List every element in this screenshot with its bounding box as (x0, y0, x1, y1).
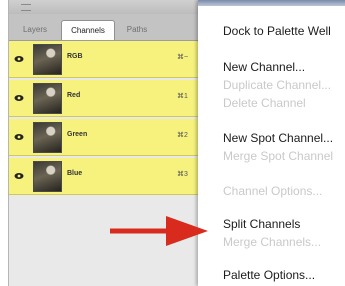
menu-item-new-channel[interactable]: New Channel... (223, 60, 305, 74)
eye-icon[interactable] (14, 133, 24, 141)
channel-row-red[interactable]: Red ⌘1 (9, 80, 209, 117)
tab-paths[interactable]: Paths (117, 20, 157, 40)
menu-item-split-channels[interactable]: Split Channels (223, 217, 300, 231)
menu-top-edge (198, 0, 345, 6)
channel-name: Red (67, 92, 81, 99)
grip-icon (21, 4, 31, 11)
palette-title-bar[interactable] (9, 0, 209, 14)
channel-row-blue[interactable]: Blue ⌘3 (9, 158, 209, 195)
menu-item-delete-channel: Delete Channel (223, 96, 306, 110)
channel-row-green[interactable]: Green ⌘2 (9, 119, 209, 156)
eye-icon[interactable] (14, 172, 24, 180)
channel-thumbnail (33, 83, 62, 114)
channel-name: RGB (67, 53, 83, 60)
channel-shortcut: ⌘~ (177, 54, 189, 61)
channel-thumbnail (33, 44, 62, 75)
menu-item-channel-options: Channel Options... (223, 184, 323, 198)
eye-icon[interactable] (14, 55, 24, 63)
tab-channels[interactable]: Channels (61, 20, 115, 40)
channel-shortcut: ⌘1 (177, 93, 188, 100)
menu-item-merge-spot-channel: Merge Spot Channel (223, 149, 334, 163)
palette-options-menu: Dock to Palette Well New Channel... Dupl… (198, 0, 345, 286)
tab-layers[interactable]: Layers (9, 20, 61, 40)
channel-shortcut: ⌘3 (177, 171, 188, 178)
channel-thumbnail (33, 161, 62, 192)
channel-name: Green (67, 131, 88, 138)
eye-icon[interactable] (14, 94, 24, 102)
menu-item-new-spot-channel[interactable]: New Spot Channel... (223, 131, 333, 145)
channel-list: RGB ⌘~ Red ⌘1 Green ⌘2 Blue ⌘3 (9, 41, 209, 197)
palette-tab-bar: Layers Channels Paths (9, 14, 209, 41)
menu-item-dock-to-palette-well[interactable]: Dock to Palette Well (223, 24, 331, 38)
red-arrow-annotation (110, 216, 208, 246)
channel-thumbnail (33, 122, 62, 153)
channel-shortcut: ⌘2 (177, 132, 188, 139)
channel-row-rgb[interactable]: RGB ⌘~ (9, 41, 209, 78)
menu-item-duplicate-channel: Duplicate Channel... (223, 78, 332, 92)
channel-name: Blue (67, 170, 83, 177)
menu-item-palette-options[interactable]: Palette Options... (223, 268, 315, 282)
menu-item-merge-channels: Merge Channels... (223, 235, 322, 249)
